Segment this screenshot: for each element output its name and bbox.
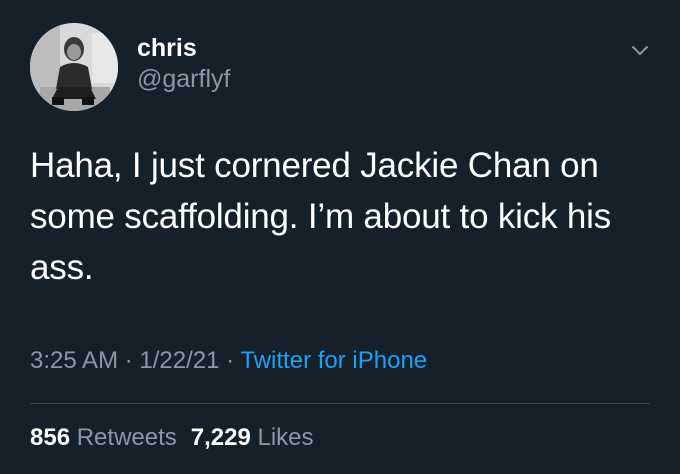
meta-separator: · — [226, 347, 235, 374]
retweets-count: 856 — [30, 424, 71, 451]
tweet-card: chris @garflyf Haha, I just cornered Jac… — [0, 0, 680, 474]
retweets-label: Retweets — [76, 424, 177, 451]
likes-count: 7,229 — [190, 424, 251, 451]
divider — [30, 403, 650, 404]
tweet-stats: 856 Retweets 7,229 Likes — [30, 423, 314, 453]
profile-photo-icon — [30, 23, 118, 111]
tweet-date[interactable]: 1/22/21 — [139, 347, 219, 374]
author-names: chris @garflyf — [137, 33, 230, 95]
author-handle[interactable]: @garflyf — [137, 64, 230, 95]
chevron-down-icon — [632, 46, 648, 55]
likes-label: Likes — [257, 424, 314, 451]
tweet-menu-button[interactable] — [628, 38, 652, 62]
tweet-source-link[interactable]: Twitter for iPhone — [240, 347, 427, 374]
tweet-time[interactable]: 3:25 AM — [30, 347, 118, 374]
avatar[interactable] — [30, 23, 118, 111]
meta-separator: · — [124, 347, 133, 374]
tweet-header: chris @garflyf — [30, 22, 230, 112]
tweet-text: Haha, I just cornered Jackie Chan on som… — [30, 146, 611, 287]
tweet-metadata: 3:25 AM · 1/22/21 · Twitter for iPhone — [30, 346, 427, 376]
likes-stat[interactable]: 7,229 Likes — [191, 424, 314, 451]
retweets-stat[interactable]: 856 Retweets — [30, 424, 177, 451]
author-display-name[interactable]: chris — [137, 33, 230, 64]
